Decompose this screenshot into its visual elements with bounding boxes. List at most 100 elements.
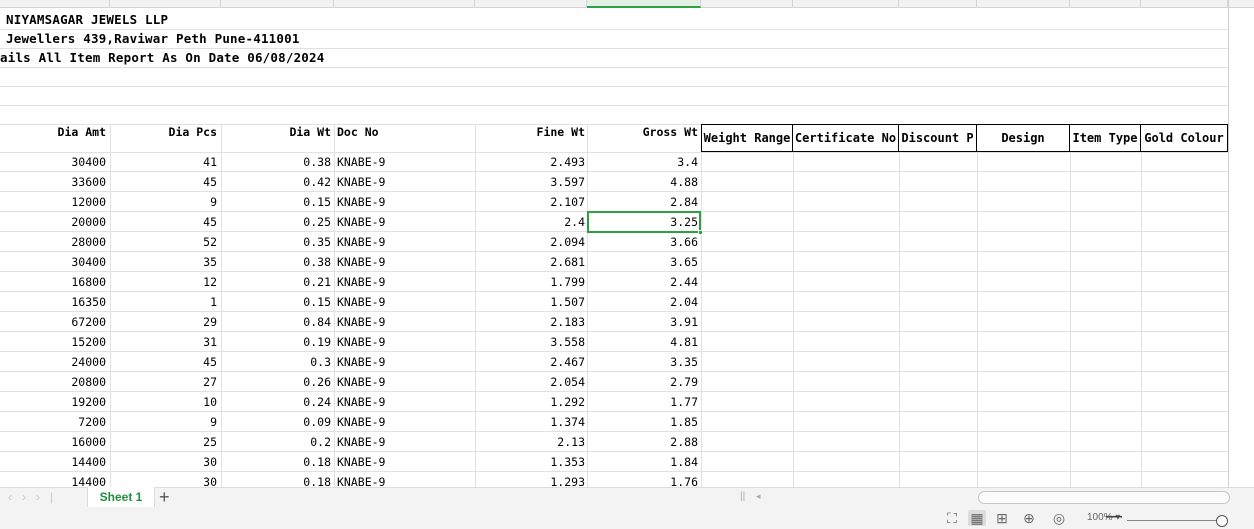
cell-dia-wt[interactable]: 0.35 [221,232,331,252]
cell-dia-wt[interactable]: 0.19 [221,332,331,352]
cell-dia-wt[interactable]: 0.84 [221,312,331,332]
header-gold-colour[interactable]: Gold Colour [1141,124,1228,152]
cell-fine-wt[interactable]: 3.558 [475,332,585,352]
cell-gross-wt[interactable]: 3.91 [587,312,698,332]
column-header[interactable] [701,0,793,8]
header-certificate-no[interactable]: Certificate No [793,124,899,152]
horizontal-scrollbar[interactable] [978,491,1230,504]
column-header[interactable] [899,0,977,8]
cell-gross-wt[interactable]: 4.81 [587,332,698,352]
cell-fine-wt[interactable]: 2.183 [475,312,585,332]
add-sheet-button[interactable]: + [159,487,170,507]
company-name[interactable]: NIYAMSAGAR JEWELS LLP [6,12,168,27]
cell-dia-pcs[interactable]: 25 [110,432,217,452]
cell-dia-amt[interactable]: 20800 [0,372,106,392]
header-weight-range[interactable]: Weight Range [701,124,793,152]
cell-dia-pcs[interactable]: 12 [110,272,217,292]
cell-doc-no[interactable]: KNABE-9 [337,392,467,412]
header-design[interactable]: Design [977,124,1070,152]
reading-mode-icon[interactable]: ◎ [1050,510,1068,526]
column-header[interactable] [334,0,475,8]
column-header[interactable] [110,0,221,8]
cell-doc-no[interactable]: KNABE-9 [337,192,467,212]
cell-dia-amt[interactable]: 16800 [0,272,106,292]
cell-fine-wt[interactable]: 2.681 [475,252,585,272]
cell-doc-no[interactable]: KNABE-9 [337,452,467,472]
cell-fine-wt[interactable]: 2.467 [475,352,585,372]
scroll-left-icon[interactable]: ◂ [756,491,761,502]
cell-dia-wt[interactable]: 0.24 [221,392,331,412]
cell-fine-wt[interactable]: 1.353 [475,452,585,472]
cell-doc-no[interactable]: KNABE-9 [337,232,467,252]
cell-gross-wt[interactable]: 3.66 [587,232,698,252]
cell-dia-pcs[interactable]: 31 [110,332,217,352]
cell-gross-wt[interactable]: 1.77 [587,392,698,412]
cell-fine-wt[interactable]: 1.374 [475,412,585,432]
cell-fine-wt[interactable]: 1.292 [475,392,585,412]
cell-fine-wt[interactable]: 2.13 [475,432,585,452]
header-item-type[interactable]: Item Type [1070,124,1141,152]
cell-dia-amt[interactable]: 16000 [0,432,106,452]
cell-dia-amt[interactable]: 20000 [0,212,106,232]
header-dia-wt[interactable]: Dia Wt [221,125,331,139]
cell-gross-wt[interactable]: 3.35 [587,352,698,372]
header-dia-amt[interactable]: Dia Amt [0,125,106,139]
fullscreen-icon[interactable]: ⛶ [943,510,961,526]
cell-dia-wt[interactable]: 0.26 [221,372,331,392]
cell-fine-wt[interactable]: 2.054 [475,372,585,392]
cell-dia-pcs[interactable]: 45 [110,212,217,232]
split-handle-icon[interactable]: || [740,491,745,502]
column-header[interactable] [793,0,899,8]
zoom-slider-track[interactable] [1127,520,1217,521]
cell-doc-no[interactable]: KNABE-9 [337,272,467,292]
cell-dia-amt[interactable]: 7200 [0,412,106,432]
column-header[interactable] [475,0,587,8]
column-header[interactable] [1070,0,1141,8]
cell-doc-no[interactable]: KNABE-9 [337,172,467,192]
cell-gross-wt[interactable]: 2.04 [587,292,698,312]
header-gross-wt[interactable]: Gross Wt [587,125,698,139]
cell-dia-wt[interactable]: 0.25 [221,212,331,232]
cell-dia-amt[interactable]: 16350 [0,292,106,312]
cell-dia-wt[interactable]: 0.3 [221,352,331,372]
cell-dia-wt[interactable]: 0.42 [221,172,331,192]
column-header[interactable] [977,0,1070,8]
cell-doc-no[interactable]: KNABE-9 [337,152,467,172]
cell-dia-amt[interactable]: 14400 [0,452,106,472]
zoom-slider-knob[interactable] [1216,515,1228,527]
cell-fine-wt[interactable]: 3.597 [475,172,585,192]
cell-doc-no[interactable]: KNABE-9 [337,312,467,332]
column-header-selected[interactable] [587,0,701,8]
page-break-view-icon[interactable]: ⊞ [993,510,1011,526]
cell-doc-no[interactable]: KNABE-9 [337,212,467,232]
cell-dia-wt[interactable]: 0.15 [221,192,331,212]
header-dia-pcs[interactable]: Dia Pcs [110,125,217,139]
column-header[interactable] [0,0,110,8]
cell-gross-wt[interactable]: 1.84 [587,452,698,472]
cell-dia-wt[interactable]: 0.38 [221,152,331,172]
cell-doc-no[interactable]: KNABE-9 [337,292,467,312]
cell-dia-pcs[interactable]: 29 [110,312,217,332]
cell-gross-wt[interactable]: 2.84 [587,192,698,212]
cell-dia-amt[interactable]: 24000 [0,352,106,372]
cell-gross-wt[interactable]: 4.88 [587,172,698,192]
cell-gross-wt[interactable]: 2.79 [587,372,698,392]
selected-cell-cursor[interactable] [587,211,703,235]
cell-dia-amt[interactable]: 30400 [0,252,106,272]
cell-dia-amt[interactable]: 19200 [0,392,106,412]
cell-dia-amt[interactable]: 12000 [0,192,106,212]
page-layout-icon[interactable]: ⊕ [1020,510,1038,526]
cell-doc-no[interactable]: KNABE-9 [337,332,467,352]
normal-view-icon[interactable]: ▦ [968,510,986,526]
cell-doc-no[interactable]: KNABE-9 [337,352,467,372]
cell-gross-wt[interactable]: 2.44 [587,272,698,292]
cell-dia-pcs[interactable]: 27 [110,372,217,392]
cell-dia-pcs[interactable]: 10 [110,392,217,412]
cell-dia-amt[interactable]: 33600 [0,172,106,192]
cell-doc-no[interactable]: KNABE-9 [337,372,467,392]
cell-dia-amt[interactable]: 28000 [0,232,106,252]
cell-gross-wt[interactable]: 2.88 [587,432,698,452]
cell-fine-wt[interactable]: 2.094 [475,232,585,252]
cell-fine-wt[interactable]: 2.493 [475,152,585,172]
cell-gross-wt[interactable]: 3.65 [587,252,698,272]
